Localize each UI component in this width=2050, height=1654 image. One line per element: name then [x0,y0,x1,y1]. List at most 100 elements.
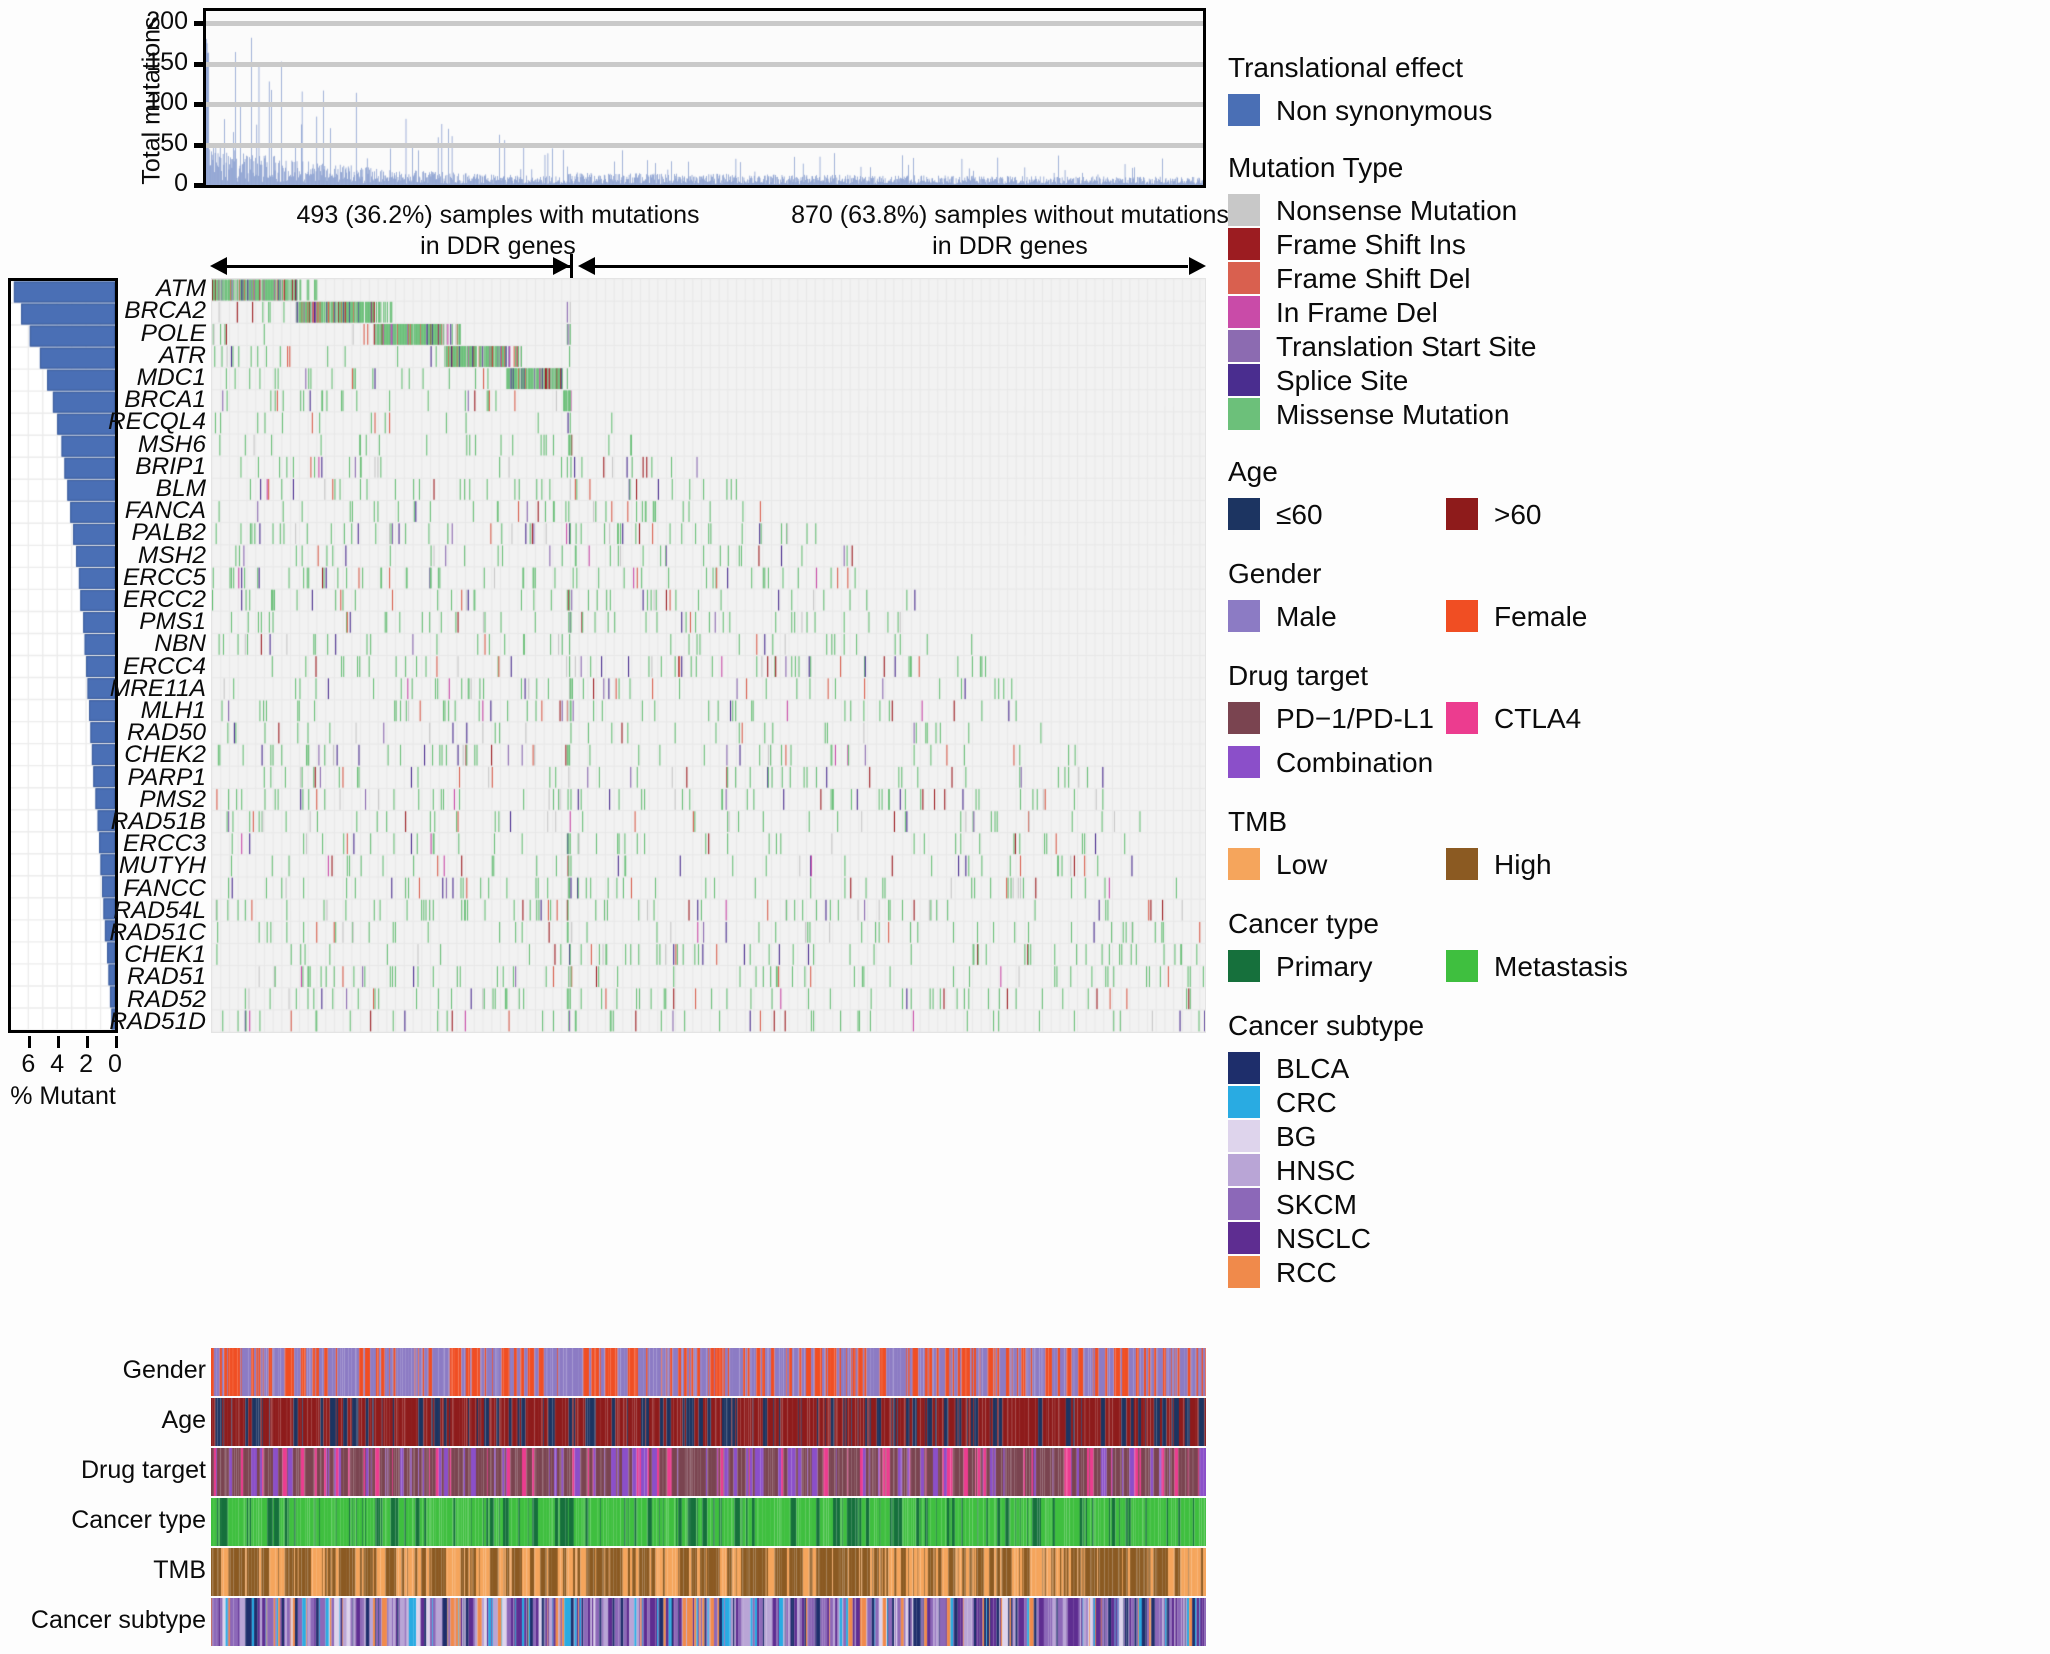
gene-label-rad51d: RAD51D [109,1007,206,1035]
legend-label: Female [1494,601,1588,632]
legend-swatch[interactable] [1446,702,1478,734]
annotation-label-age: Age [161,1406,206,1434]
legend-label: Translation Start Site [1276,331,1537,362]
annotation-track-drug [211,1448,1206,1496]
legend-label: Frame Shift Ins [1276,229,1466,260]
gridline [206,102,1203,108]
y-tick-mark [194,102,203,108]
legend-swatch[interactable] [1228,1086,1260,1118]
annotation-track-tmb [211,1548,1206,1596]
y-tick-label: 50 [160,128,188,157]
legend-swatch[interactable] [1228,848,1260,880]
legend-label: Metastasis [1494,951,1628,982]
y-tick-label: 0 [174,169,188,197]
annotation-track-gender [211,1348,1206,1396]
legend-label: NSCLC [1276,1223,1371,1254]
pct-tick-mark [115,1036,118,1048]
legend-label: Low [1276,849,1328,880]
legend-swatch[interactable] [1228,94,1260,126]
annotation-track-csub [211,1598,1206,1646]
legend-swatch[interactable] [1228,498,1260,530]
annotation-label-csub: Cancer subtype [30,1606,206,1634]
legend-label: HNSC [1276,1155,1356,1186]
legend-label: Splice Site [1276,365,1409,396]
legend-swatch[interactable] [1228,1120,1260,1152]
legend-swatch[interactable] [1228,364,1260,396]
legend-title-mutation-type: Mutation Type [1228,152,1404,183]
pct-tick-mark [57,1036,61,1048]
pct-tick-label: 4 [50,1050,65,1078]
pct-tick-label: 2 [79,1050,94,1078]
legend-title-gender: Gender [1228,558,1322,589]
legend-label: BG [1276,1121,1317,1152]
legend-label: ≤60 [1276,499,1323,530]
annotation-track-ctype [211,1498,1206,1546]
gridline [206,61,1203,67]
legend-swatch[interactable] [1228,1154,1260,1186]
legend-swatch[interactable] [1228,702,1260,734]
legend-swatch[interactable] [1228,296,1260,328]
gene-label-list: ATM BRCA2 POLE ATR MDC1 BRCA1 RECQL4 MSH6 BRIP1 B… [108,277,206,1034]
legend-label: RCC [1276,1257,1337,1288]
legend-label: High [1494,849,1552,880]
legend-title-translational-effect: Translational effect [1228,52,1464,83]
legend-swatch[interactable] [1446,950,1478,982]
legend-swatch[interactable] [1228,1052,1260,1084]
legend-panel: Translational effect Non synonymous Mutati… [1228,0,2050,1654]
legend-label: SKCM [1276,1189,1357,1220]
oncoprint-grid [211,278,1206,1033]
legend-swatch[interactable] [1228,1188,1260,1220]
legend-title-drug-target: Drug target [1228,660,1369,691]
legend-swatch[interactable] [1228,746,1260,778]
legend-label: PD−1/PD-L1 [1276,703,1434,734]
legend-swatch[interactable] [1228,600,1260,632]
legend-swatch[interactable] [1228,228,1260,260]
legend-label: Nonsense Mutation [1276,195,1518,226]
legend-swatch[interactable] [1446,600,1478,632]
legend-label: Combination [1276,747,1434,778]
legend-swatch[interactable] [1228,950,1260,982]
legend-title-age: Age [1228,456,1278,487]
legend-swatch[interactable] [1228,1256,1260,1288]
legend-label: CTLA4 [1494,703,1582,734]
pct-tick-mark [86,1036,90,1048]
legend-swatch[interactable] [1228,330,1260,362]
total-mutations-barplot [203,8,1206,188]
y-tick-mark [194,183,203,188]
legend-label: Frame Shift Del [1276,263,1471,294]
annotation-label-ctype: Cancer type [71,1506,206,1534]
annotation-track-age [211,1398,1206,1446]
y-tick-mark [194,21,203,27]
legend-title-tmb: TMB [1228,806,1288,837]
legend-swatch[interactable] [1228,1222,1260,1254]
legend-label: >60 [1494,499,1542,530]
pct-tick-label: 0 [108,1050,122,1078]
legend-title-cancer-subtype: Cancer subtype [1228,1010,1425,1041]
annotation-label-tmb: TMB [153,1556,206,1584]
legend-label: Male [1276,601,1337,632]
gridline [206,21,1203,27]
legend-swatch[interactable] [1446,498,1478,530]
legend-label: Missense Mutation [1276,399,1510,430]
legend-swatch[interactable] [1228,262,1260,294]
legend-label: In Frame Del [1276,297,1438,328]
legend-label: CRC [1276,1087,1337,1118]
annotation-label-drug: Drug target [80,1456,206,1484]
y-tick-mark [194,61,203,67]
legend-swatch[interactable] [1228,194,1260,226]
legend-swatch[interactable] [1446,848,1478,880]
legend-swatch[interactable] [1228,398,1260,430]
pct-tick-label: 6 [21,1050,36,1078]
y-tick-label: 150 [146,47,188,76]
y-tick-mark [194,142,203,148]
gridline [206,142,1203,148]
legend-label: Non synonymous [1276,95,1493,126]
y-tick-label: 200 [146,7,188,36]
legend-label: BLCA [1276,1053,1350,1084]
legend-title-cancer-type: Cancer type [1228,908,1379,939]
percent-mutant-axis-title: % Mutant [10,1082,116,1110]
percent-mutant-axis [8,1036,118,1050]
legend-label: Primary [1276,951,1373,982]
percent-mutant-barplot [8,278,118,1033]
pct-tick-mark [28,1036,32,1048]
